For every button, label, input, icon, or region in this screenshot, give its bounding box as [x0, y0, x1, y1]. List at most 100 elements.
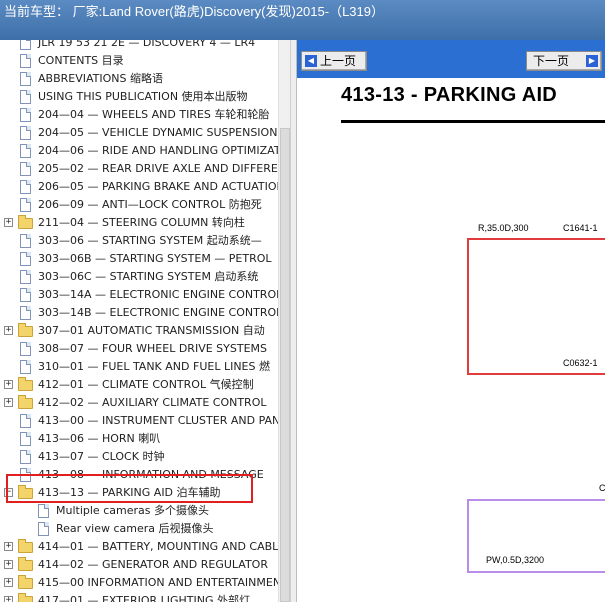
tree-item[interactable]: 413—00 — INSTRUMENT CLUSTER AND PANEL: [0, 412, 278, 430]
window-title-bar: 当前车型： 厂家:Land Rover(路虎)Discovery(发现)2015…: [0, 0, 605, 40]
tree-item[interactable]: Multiple cameras 多个摄像头: [0, 502, 278, 520]
tree-item-label: 413—06 — HORN 喇叭: [38, 432, 161, 445]
tree-item[interactable]: +211—04 — STEERING COLUMN 转向柱: [0, 214, 278, 232]
expand-icon[interactable]: +: [4, 542, 13, 551]
tree-item-label: 310—01 — FUEL TANK AND FUEL LINES 燃: [38, 360, 270, 373]
tree-item[interactable]: 206—09 — ANTI—LOCK CONTROL 防抱死: [0, 196, 278, 214]
tree-item[interactable]: +417—01 — EXTERIOR LIGHTING 外部灯: [0, 592, 278, 602]
tree-item[interactable]: 303—06C — STARTING SYSTEM 启动系统: [0, 268, 278, 286]
selection-highlight-box: [6, 474, 253, 503]
next-page-label: 下一页: [533, 54, 570, 68]
folder-icon: [18, 539, 33, 553]
doc-icon: [20, 198, 31, 212]
folder-icon: [18, 575, 33, 589]
tree-item-label: 206—09 — ANTI—LOCK CONTROL 防抱死: [38, 198, 262, 211]
document-viewer: ◀ 上一页 下一页 ▶ 413-13 - PARKING AID R,35.0D…: [297, 40, 605, 602]
doc-icon: [20, 40, 31, 50]
tree-item-label: 303—06C — STARTING SYSTEM 启动系统: [38, 270, 259, 283]
expand-icon[interactable]: +: [4, 218, 13, 227]
tree-item-label: 303—06B — STARTING SYSTEM — PETROL: [38, 252, 272, 265]
tree-item[interactable]: 204—06 — RIDE AND HANDLING OPTIMIZATION: [0, 142, 278, 160]
tree-item[interactable]: 303—14B — ELECTRONIC ENGINE CONTROLS: [0, 304, 278, 322]
tree-item-label: 307—01 AUTOMATIC TRANSMISSION 自动: [38, 324, 265, 337]
title-rule: [341, 120, 605, 123]
folder-icon: [18, 593, 33, 602]
tree-item-label: ABBREVIATIONS 缩略语: [38, 72, 163, 85]
tree-item[interactable]: +412—01 — CLIMATE CONTROL 气候控制: [0, 376, 278, 394]
tree-item[interactable]: 303—06B — STARTING SYSTEM — PETROL: [0, 250, 278, 268]
expand-icon[interactable]: +: [4, 578, 13, 587]
panel-splitter[interactable]: [290, 40, 297, 602]
doc-icon: [20, 90, 31, 104]
tree-item[interactable]: 308—07 — FOUR WHEEL DRIVE SYSTEMS: [0, 340, 278, 358]
previous-page-label: 上一页: [320, 54, 357, 68]
tree-item-label: 412—01 — CLIMATE CONTROL 气候控制: [38, 378, 254, 391]
tree-item[interactable]: 206—05 — PARKING BRAKE AND ACTUATION: [0, 178, 278, 196]
tree-item[interactable]: 303—14A — ELECTRONIC ENGINE CONTROLS: [0, 286, 278, 304]
doc-icon: [20, 432, 31, 446]
doc-icon: [20, 54, 31, 68]
connector-label-mid: C0632-1: [563, 358, 598, 368]
previous-page-button[interactable]: ◀ 上一页: [301, 51, 367, 71]
tree-item[interactable]: ABBREVIATIONS 缩略语: [0, 70, 278, 88]
tree-item[interactable]: 205—02 — REAR DRIVE AXLE AND DIFFERENTIA…: [0, 160, 278, 178]
tree-item-label: JLR 19 53 21 2E — DISCOVERY 4 — LR4: [38, 40, 256, 49]
expand-icon[interactable]: +: [4, 326, 13, 335]
contents-tree[interactable]: JLR 19 53 21 2E — DISCOVERY 4 — LR4 CONTE…: [0, 40, 290, 602]
doc-icon: [20, 108, 31, 122]
tree-item[interactable]: 413—06 — HORN 喇叭: [0, 430, 278, 448]
tree-item-label: 308—07 — FOUR WHEEL DRIVE SYSTEMS: [38, 342, 267, 355]
doc-icon: [38, 522, 49, 536]
tree-item[interactable]: 204—05 — VEHICLE DYNAMIC SUSPENSION: [0, 124, 278, 142]
connector-label-partial: C: [599, 483, 605, 493]
tree-item-label: 413—00 — INSTRUMENT CLUSTER AND PANEL: [38, 414, 278, 427]
folder-icon: [18, 395, 33, 409]
doc-icon: [20, 414, 31, 428]
tree-scrollbar[interactable]: [278, 40, 290, 602]
expand-icon[interactable]: +: [4, 380, 13, 389]
tree-item-label: 303—06 — STARTING SYSTEM 起动系统—: [38, 234, 262, 247]
arrow-right-icon: ▶: [586, 55, 598, 67]
doc-icon: [20, 306, 31, 320]
expand-icon[interactable]: +: [4, 560, 13, 569]
expand-icon[interactable]: +: [4, 398, 13, 407]
doc-icon: [20, 180, 31, 194]
tree-item[interactable]: +414—02 — GENERATOR AND REGULATOR: [0, 556, 278, 574]
tree-item[interactable]: Rear view camera 后视摄像头: [0, 520, 278, 538]
tree-item[interactable]: USING THIS PUBLICATION 使用本出版物: [0, 88, 278, 106]
folder-icon: [18, 557, 33, 571]
tree-item[interactable]: 204—04 — WHEELS AND TIRES 车轮和轮胎: [0, 106, 278, 124]
tree-item[interactable]: JLR 19 53 21 2E — DISCOVERY 4 — LR4: [0, 40, 278, 52]
tree-item[interactable]: +415—00 INFORMATION AND ENTERTAINMENT: [0, 574, 278, 592]
expand-icon[interactable]: +: [4, 596, 13, 602]
tree-item-label: 415—00 INFORMATION AND ENTERTAINMENT: [38, 576, 278, 589]
document-title: 413-13 - PARKING AID: [341, 84, 558, 106]
window-title: 当前车型： 厂家:Land Rover(路虎)Discovery(发现)2015…: [4, 4, 384, 19]
tree-item-label: USING THIS PUBLICATION 使用本出版物: [38, 90, 248, 103]
tree-item[interactable]: CONTENTS 目录: [0, 52, 278, 70]
tree-item[interactable]: +414—01 — BATTERY, MOUNTING AND CABLES: [0, 538, 278, 556]
tree-item-label: 414—02 — GENERATOR AND REGULATOR: [38, 558, 268, 571]
doc-icon: [20, 162, 31, 176]
tree-item-label: Rear view camera 后视摄像头: [56, 522, 214, 535]
tree-scrollbar-thumb[interactable]: [280, 128, 290, 602]
tree-item-label: 204—06 — RIDE AND HANDLING OPTIMIZATION: [38, 144, 278, 157]
doc-icon: [20, 234, 31, 248]
wire-label-bottom: PW,0.5D,3200: [486, 555, 545, 565]
tree-item[interactable]: 310—01 — FUEL TANK AND FUEL LINES 燃: [0, 358, 278, 376]
tree-item-label: 204—05 — VEHICLE DYNAMIC SUSPENSION: [38, 126, 278, 139]
tree-item[interactable]: 303—06 — STARTING SYSTEM 起动系统—: [0, 232, 278, 250]
doc-icon: [20, 72, 31, 86]
tree-item-label: 303—14B — ELECTRONIC ENGINE CONTROLS: [38, 306, 278, 319]
tree-item[interactable]: +412—02 — AUXILIARY CLIMATE CONTROL: [0, 394, 278, 412]
tree-item-label: 205—02 — REAR DRIVE AXLE AND DIFFERENTIA…: [38, 162, 278, 175]
tree-item[interactable]: 413—07 — CLOCK 时钟: [0, 448, 278, 466]
tree-item-label: 414—01 — BATTERY, MOUNTING AND CABLES: [38, 540, 278, 553]
tree-item-label: CONTENTS 目录: [38, 54, 124, 67]
next-page-button[interactable]: 下一页 ▶: [526, 51, 602, 71]
wire-label-top: R,35.0D,300: [478, 223, 529, 233]
doc-icon: [20, 252, 31, 266]
tree-item[interactable]: +307—01 AUTOMATIC TRANSMISSION 自动: [0, 322, 278, 340]
doc-icon: [20, 126, 31, 140]
tree-item-label: 211—04 — STEERING COLUMN 转向柱: [38, 216, 245, 229]
